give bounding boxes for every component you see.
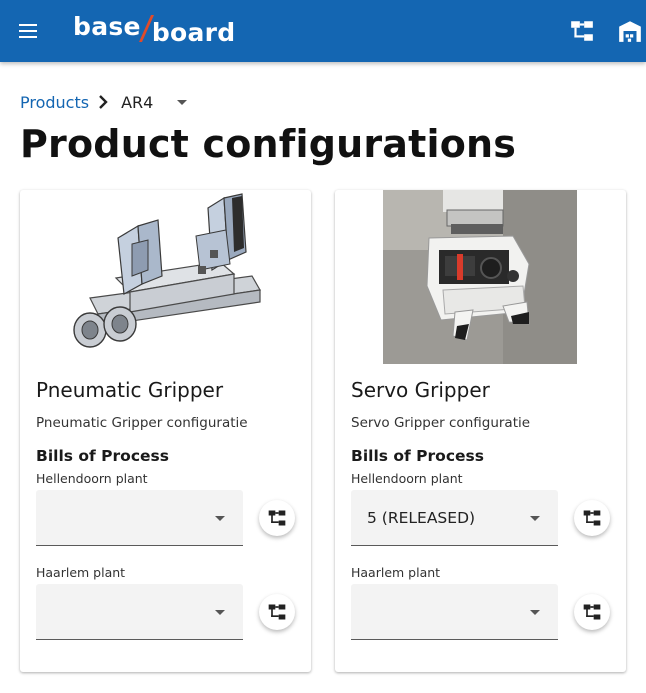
chevron-down-icon bbox=[215, 610, 225, 615]
product-card-servo-gripper: Servo Gripper Servo Gripper configuratie… bbox=[335, 190, 626, 672]
bills-of-process-heading: Bills of Process bbox=[351, 447, 484, 465]
haarlem-plant-label: Haarlem plant bbox=[36, 565, 126, 580]
baseboard-logo[interactable]: base board bbox=[73, 12, 236, 47]
hellendoorn-plant-select[interactable]: 5 (RELEASED) bbox=[351, 490, 558, 546]
warehouse-icon[interactable] bbox=[617, 18, 643, 44]
breadcrumb: Products AR4 bbox=[20, 88, 188, 116]
haarlem-plant-select[interactable] bbox=[36, 584, 243, 640]
card-subtitle: Pneumatic Gripper configuratie bbox=[36, 415, 248, 431]
chevron-down-icon bbox=[530, 516, 540, 521]
hierarchy-icon[interactable] bbox=[569, 18, 595, 44]
pneumatic-gripper-image bbox=[20, 190, 311, 364]
card-title: Pneumatic Gripper bbox=[36, 378, 224, 402]
product-select[interactable]: AR4 bbox=[121, 92, 188, 112]
hierarchy-icon bbox=[268, 604, 286, 620]
breadcrumb-products-link[interactable]: Products bbox=[20, 93, 89, 112]
page-title: Product configurations bbox=[20, 122, 517, 166]
servo-gripper-image bbox=[383, 190, 577, 364]
hierarchy-icon bbox=[583, 604, 601, 620]
card-title: Servo Gripper bbox=[351, 378, 490, 402]
app-bar: base board bbox=[0, 0, 646, 62]
select-value: 5 (RELEASED) bbox=[367, 509, 476, 527]
hellendoorn-plant-label: Hellendoorn plant bbox=[351, 471, 463, 486]
chevron-right-icon bbox=[91, 90, 115, 114]
haarlem-plant-label: Haarlem plant bbox=[351, 565, 441, 580]
product-select-value: AR4 bbox=[121, 92, 154, 112]
hellendoorn-plant-select[interactable] bbox=[36, 490, 243, 546]
open-bill-of-process-button[interactable] bbox=[259, 594, 295, 630]
logo-text-board: board bbox=[151, 18, 236, 47]
open-bill-of-process-button[interactable] bbox=[259, 500, 295, 536]
chevron-down-icon bbox=[177, 99, 188, 105]
chevron-down-icon bbox=[530, 610, 540, 615]
card-subtitle: Servo Gripper configuratie bbox=[351, 415, 531, 431]
open-bill-of-process-button[interactable] bbox=[574, 500, 610, 536]
bills-of-process-heading: Bills of Process bbox=[36, 447, 169, 465]
hierarchy-icon bbox=[583, 510, 601, 526]
haarlem-plant-select[interactable] bbox=[351, 584, 558, 640]
open-bill-of-process-button[interactable] bbox=[574, 594, 610, 630]
chevron-down-icon bbox=[215, 516, 225, 521]
hierarchy-icon bbox=[268, 510, 286, 526]
hellendoorn-plant-label: Hellendoorn plant bbox=[36, 471, 148, 486]
menu-icon[interactable] bbox=[14, 17, 42, 45]
logo-text-base: base bbox=[73, 12, 141, 41]
product-card-pneumatic-gripper: Pneumatic Gripper Pneumatic Gripper conf… bbox=[20, 190, 311, 672]
